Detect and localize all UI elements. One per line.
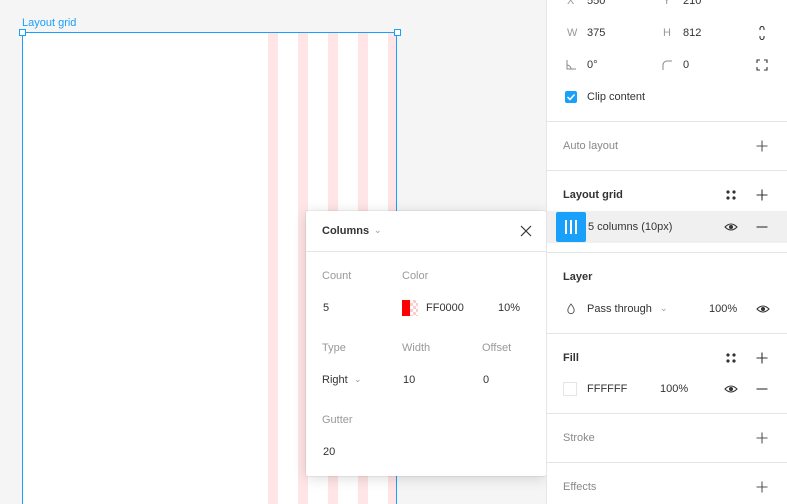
color-swatch[interactable]	[402, 300, 418, 316]
blend-mode-dropdown[interactable]: Pass through	[587, 303, 652, 315]
rotation-icon	[566, 60, 576, 70]
color-hex-input[interactable]: FF0000	[426, 302, 464, 314]
grid-item-label: 5 columns (10px)	[588, 221, 673, 233]
layer-section: Layer Pass through ⌄ 100%	[547, 252, 787, 333]
auto-layout-title: Auto layout	[563, 140, 619, 152]
fill-color-swatch[interactable]	[563, 382, 577, 396]
columns-icon	[565, 220, 577, 234]
layout-grid-item[interactable]: 5 columns (10px)	[547, 211, 787, 243]
fill-section: Fill FFFFFF 100%	[547, 333, 787, 414]
corner-radius-input[interactable]: 0	[683, 59, 689, 71]
effects-title: Effects	[563, 481, 597, 493]
stroke-section: Stroke	[547, 413, 787, 463]
gutter-input[interactable]: 20	[323, 446, 335, 458]
clip-content-checkbox[interactable]	[565, 91, 577, 103]
frame-label[interactable]: Layout grid	[22, 17, 76, 29]
grid-column	[268, 33, 278, 504]
layer-title: Layer	[563, 271, 593, 283]
layout-grid-section: Layout grid 5 columns (10px)	[547, 170, 787, 252]
eye-icon[interactable]	[724, 220, 738, 234]
styles-icon[interactable]	[724, 188, 738, 202]
offset-label: Offset	[482, 342, 512, 354]
chevron-down-icon[interactable]: ⌄	[660, 303, 668, 314]
x-input[interactable]: 550	[587, 0, 605, 7]
width-label: Width	[402, 342, 431, 354]
add-layout-grid-icon[interactable]	[755, 188, 769, 202]
eye-icon[interactable]	[756, 302, 770, 316]
y-label: Y	[663, 0, 671, 7]
properties-panel: X 550 Y 210 W 375 H 812 0° 0 Clip conten…	[546, 0, 787, 504]
clip-content-label: Clip content	[587, 91, 646, 103]
type-label: Type	[322, 342, 346, 354]
fill-title: Fill	[563, 352, 579, 364]
count-input[interactable]: 5	[323, 302, 329, 314]
add-stroke-icon[interactable]	[755, 431, 769, 445]
fill-opacity-input[interactable]: 100%	[660, 383, 688, 395]
layer-opacity-input[interactable]: 100%	[709, 303, 737, 315]
corner-radius-icon	[662, 60, 672, 70]
fill-hex-input[interactable]: FFFFFF	[587, 383, 627, 395]
add-fill-icon[interactable]	[755, 351, 769, 365]
h-input[interactable]: 812	[683, 27, 701, 39]
rotation-input[interactable]: 0°	[587, 59, 598, 71]
offset-input[interactable]: 0	[483, 374, 489, 386]
w-label: W	[567, 27, 578, 39]
layout-grid-title: Layout grid	[563, 189, 623, 201]
chevron-down-icon[interactable]: ⌄	[354, 374, 362, 385]
layout-grid-popover: Columns ⌄ Count Color 5 FF0000 10% Type …	[306, 211, 546, 476]
color-label: Color	[402, 270, 429, 282]
eye-icon[interactable]	[724, 382, 738, 396]
checkmark-icon	[566, 93, 576, 101]
blend-mode-icon	[567, 303, 575, 315]
constrain-proportions-icon[interactable]	[755, 26, 769, 40]
resize-handle-top-right[interactable]	[394, 29, 401, 36]
h-label: H	[663, 27, 671, 39]
remove-icon[interactable]	[755, 220, 769, 234]
add-auto-layout-icon[interactable]	[755, 139, 769, 153]
styles-icon[interactable]	[724, 351, 738, 365]
grid-settings-button[interactable]	[556, 212, 586, 242]
x-label: X	[567, 0, 575, 7]
w-input[interactable]: 375	[587, 27, 605, 39]
chevron-down-icon[interactable]: ⌄	[374, 225, 382, 236]
type-dropdown[interactable]: Right	[322, 374, 348, 386]
remove-icon[interactable]	[755, 382, 769, 396]
close-icon[interactable]	[518, 223, 534, 239]
stroke-title: Stroke	[563, 432, 595, 444]
gutter-label: Gutter	[322, 414, 353, 426]
auto-layout-section: Auto layout	[547, 121, 787, 171]
count-label: Count	[322, 270, 352, 282]
resize-handle-top-left[interactable]	[19, 29, 26, 36]
y-input[interactable]: 210	[683, 0, 701, 7]
color-opacity-input[interactable]: 10%	[498, 302, 520, 314]
grid-type-dropdown[interactable]: Columns	[322, 225, 369, 237]
independent-corners-icon[interactable]	[755, 58, 769, 72]
effects-section: Effects	[547, 462, 787, 504]
add-effect-icon[interactable]	[755, 480, 769, 494]
width-input[interactable]: 10	[403, 374, 415, 386]
popover-header: Columns ⌄	[306, 211, 546, 252]
